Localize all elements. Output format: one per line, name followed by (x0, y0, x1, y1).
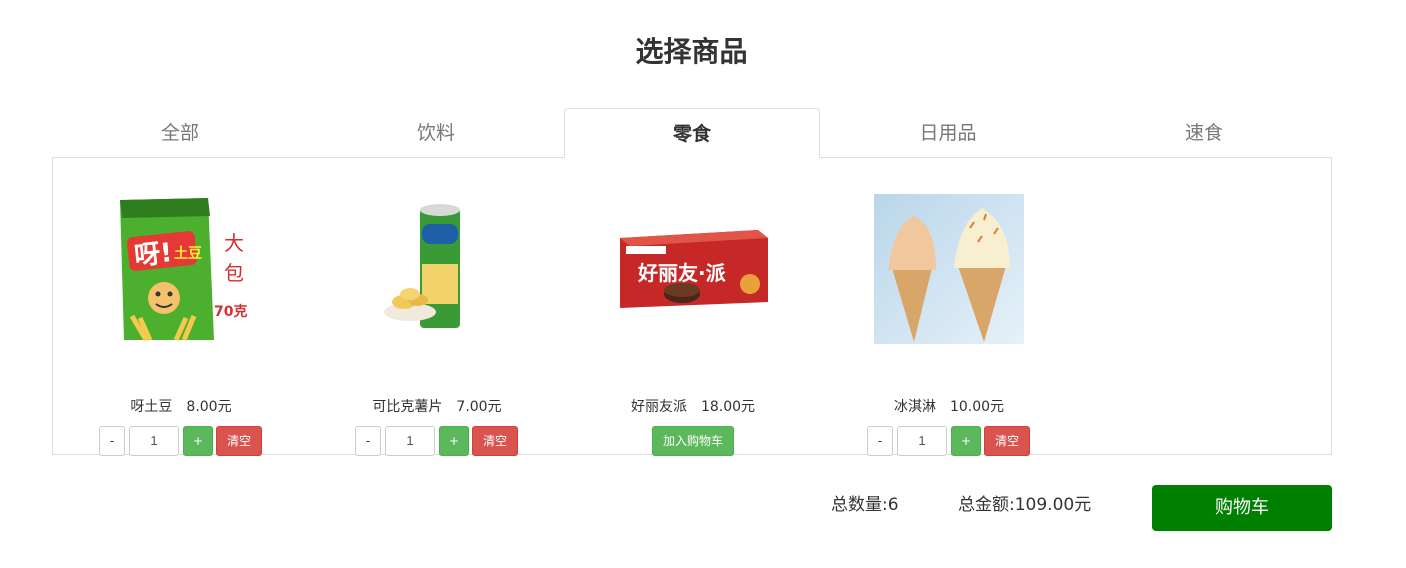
quantity-input[interactable]: 1 (897, 426, 947, 456)
clear-button[interactable]: 清空 (472, 426, 518, 456)
svg-text:大: 大 (224, 231, 244, 255)
svg-text:70克: 70克 (214, 303, 247, 320)
svg-text:呀!: 呀! (133, 238, 174, 272)
increase-button[interactable]: + (439, 426, 469, 456)
page-title: 选择商品 (635, 35, 748, 68)
svg-text:好丽友·派: 好丽友·派 (637, 261, 727, 285)
tab-instant-food[interactable]: 速食 (1076, 108, 1332, 158)
quantity-controls: - 1 + 清空 (53, 426, 309, 456)
quantity-input[interactable]: 1 (385, 426, 435, 456)
quantity-controls: - 1 + 清空 (821, 426, 1077, 456)
ice-cream-cones-icon (874, 194, 1024, 344)
tab-all[interactable]: 全部 (52, 108, 308, 158)
product-name-price: 可比克薯片 7.00元 (372, 399, 502, 415)
decrease-button[interactable]: - (99, 426, 125, 456)
kebike-chips-can-icon (384, 204, 460, 328)
total-count-value: 6 (887, 495, 899, 515)
product-card: 可比克薯片 7.00元 - 1 + 清空 (309, 194, 565, 456)
cart-button[interactable]: 购物车 (1152, 485, 1332, 531)
product-card: 呀! 土豆 大 包 70克 呀土豆 8.00元 - 1 + 清空 (53, 194, 309, 456)
increase-button[interactable]: + (951, 426, 981, 456)
increase-button[interactable]: + (183, 426, 213, 456)
product-name-price: 好丽友派 18.00元 (630, 399, 756, 415)
svg-text:包: 包 (224, 261, 244, 285)
add-to-cart-button[interactable]: 加入购物车 (652, 426, 734, 456)
decrease-button[interactable]: - (355, 426, 381, 456)
product-name-price: 冰淇淋 10.00元 (893, 399, 1005, 415)
total-amount-label: 总金额: (958, 495, 1015, 515)
tab-snacks[interactable]: 零食 (564, 108, 820, 158)
product-panel: 呀! 土豆 大 包 70克 呀土豆 8.00元 - 1 + 清空 可比克薯片 7… (52, 157, 1332, 456)
category-tabs: 全部 饮料 零食 日用品 速食 (52, 108, 1332, 158)
orion-choco-pie-box-icon: 好丽友·派 (620, 230, 768, 308)
total-amount: 总金额:109.00元 (958, 485, 1091, 531)
total-amount-value: 109.00元 (1014, 495, 1092, 515)
total-count: 总数量:6 (831, 485, 899, 531)
add-to-cart-controls: 加入购物车 (565, 426, 821, 456)
clear-button[interactable]: 清空 (984, 426, 1030, 456)
tab-daily-goods[interactable]: 日用品 (820, 108, 1076, 158)
total-count-label: 总数量: (831, 495, 888, 515)
clear-button[interactable]: 清空 (216, 426, 262, 456)
decrease-button[interactable]: - (867, 426, 893, 456)
tab-drinks[interactable]: 饮料 (308, 108, 564, 158)
quantity-controls: - 1 + 清空 (309, 426, 565, 456)
product-card: 冰淇淋 10.00元 - 1 + 清空 (821, 194, 1077, 456)
ya-tudou-chips-bag-icon: 呀! 土豆 大 包 70克 (120, 198, 247, 342)
product-name-price: 呀土豆 8.00元 (130, 399, 232, 415)
svg-text:土豆: 土豆 (174, 245, 202, 262)
quantity-input[interactable]: 1 (129, 426, 179, 456)
product-card: 好丽友·派 好丽友派 18.00元 加入购物车 (565, 194, 821, 456)
